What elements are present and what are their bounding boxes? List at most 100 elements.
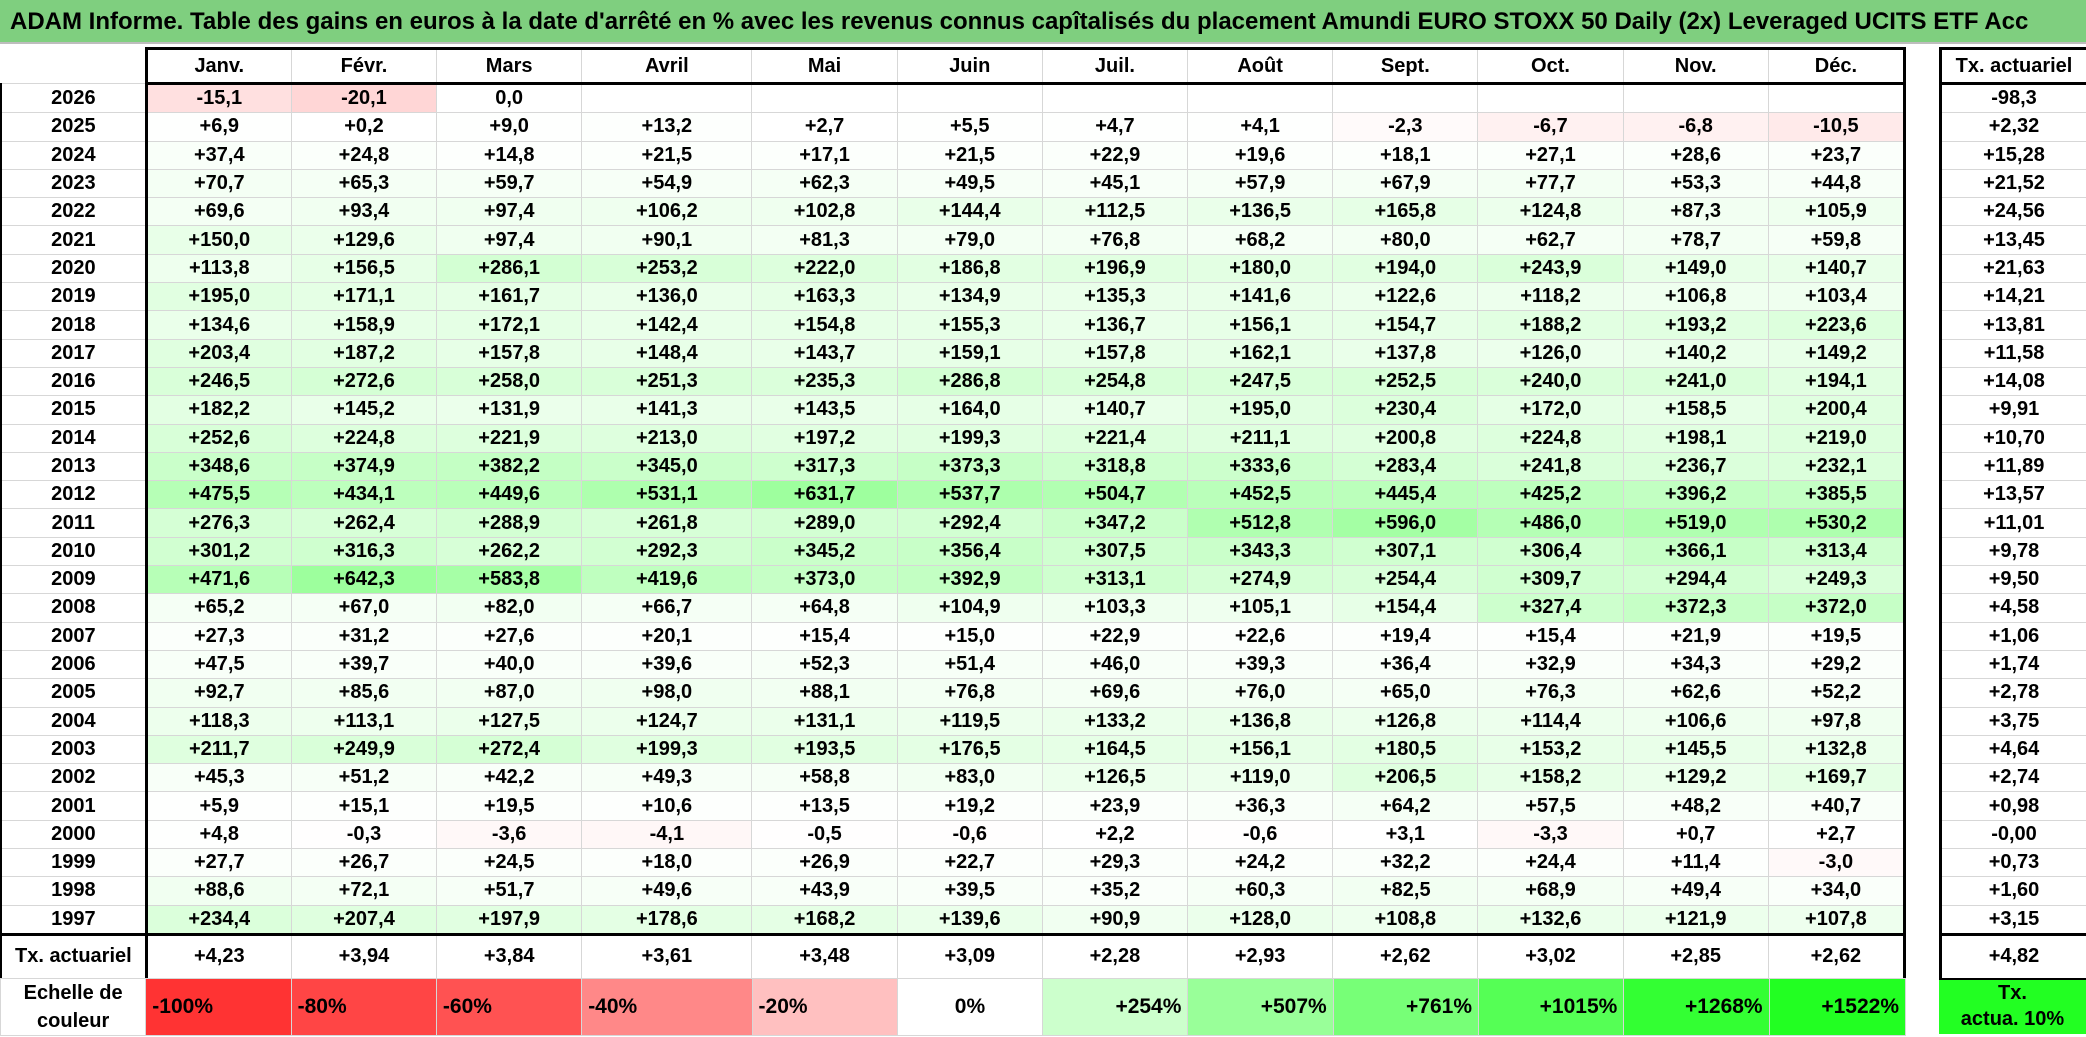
gain-cell: +327,4	[1477, 593, 1624, 623]
annual-rate-row: Tx. actuariel +4,23 +3,94 +3,84 +3,61 +3,48 +3…	[0, 932, 1907, 980]
gain-cell: +36,4	[1332, 649, 1479, 680]
gain-cell: +19,5	[1767, 621, 1907, 651]
month-header: Juin	[896, 47, 1043, 85]
gain-cell: -4,1	[581, 819, 753, 850]
gain-cell: +65,2	[145, 593, 292, 623]
gain-cell: +88,6	[145, 876, 292, 906]
gain-cell: +69,6	[145, 197, 292, 227]
gain-cell: +172,0	[1477, 395, 1624, 425]
gain-cell: +21,5	[581, 140, 753, 170]
gain-cell: +127,5	[436, 706, 583, 736]
gain-cell: +39,3	[1187, 649, 1334, 680]
rate-cell: +9,78	[1939, 536, 2086, 567]
gain-cell: +19,6	[1187, 140, 1334, 170]
annual-rate-cell: +2,62	[1767, 932, 1907, 980]
gain-cell: +27,7	[145, 848, 292, 878]
gain-cell: +19,4	[1332, 621, 1479, 651]
gain-cell: +2,7	[1767, 819, 1907, 850]
rate-column: Tx. actuariel -98,3 +2,32 +15,28 +21,52 +24,5…	[1939, 47, 2086, 980]
gain-cell: +131,9	[436, 395, 583, 425]
gain-cell: +207,4	[290, 904, 438, 935]
gain-cell: +28,6	[1622, 140, 1769, 170]
rate-cell: +14,08	[1939, 366, 2086, 397]
gain-cell: +2,7	[751, 112, 898, 142]
rate-row: +9,78	[1939, 536, 2086, 567]
gain-cell: +188,2	[1477, 310, 1624, 340]
rate-row: +0,73	[1939, 848, 2086, 878]
gain-cell: +333,6	[1187, 451, 1334, 482]
gain-cell: +3,1	[1332, 819, 1479, 850]
gain-cell: +118,2	[1477, 282, 1624, 312]
gain-cell: +396,2	[1622, 480, 1769, 510]
gain-cell: +449,6	[436, 480, 583, 510]
gain-cell: +48,2	[1622, 791, 1769, 821]
gain-cell: +98,0	[581, 678, 753, 708]
legend-rate-swatch: Tx. actua. 10%	[1939, 980, 2086, 1034]
rate-row: -0,00	[1939, 819, 2086, 850]
gain-cell: +82,5	[1332, 876, 1479, 906]
gain-cell: +289,0	[751, 508, 898, 538]
gain-cell: +67,9	[1332, 168, 1479, 199]
gain-cell: +119,5	[896, 706, 1043, 736]
gain-cell: +92,7	[145, 678, 292, 708]
gain-cell: +0,7	[1622, 819, 1769, 850]
gain-cell: +286,1	[436, 253, 583, 284]
rate-row: +13,45	[1939, 225, 2086, 255]
rate-row: +11,58	[1939, 338, 2086, 368]
table-row: 2023 +70,7 +65,3 +59,7 +54,9 +62,3 +49,5 +45,1 +…	[0, 168, 1907, 199]
gain-cell: +27,1	[1477, 140, 1624, 170]
gain-cell: +198,1	[1622, 423, 1769, 453]
gain-cell: +22,9	[1041, 621, 1189, 651]
gain-cell: +15,4	[1477, 621, 1624, 651]
gain-cell: +103,3	[1041, 593, 1189, 623]
rate-row: +2,74	[1939, 763, 2086, 793]
gain-cell: +382,2	[436, 451, 583, 482]
gain-cell: +241,0	[1622, 366, 1769, 397]
gain-cell: +262,2	[436, 536, 583, 567]
rate-cell: +3,15	[1939, 904, 2086, 935]
gain-cell	[1477, 82, 1624, 114]
gain-cell: +178,6	[581, 904, 753, 935]
gain-cell: +129,2	[1622, 763, 1769, 793]
rate-cell: +13,45	[1939, 225, 2086, 255]
gain-cell: +530,2	[1767, 508, 1907, 538]
year-cell: 2009	[0, 565, 148, 595]
table-row: 2014 +252,6 +224,8 +221,9 +213,0 +197,2 +199,3…	[0, 423, 1907, 453]
gain-cell: +292,3	[581, 536, 753, 567]
gain-cell: +168,2	[751, 904, 898, 935]
gain-cell	[1041, 82, 1189, 114]
gain-cell: -0,6	[1187, 819, 1334, 850]
table-row: 2020 +113,8 +156,5 +286,1 +253,2 +222,0 +186,8…	[0, 253, 1907, 284]
gain-cell: +504,7	[1041, 480, 1189, 510]
gain-cell: +29,2	[1767, 649, 1907, 680]
gain-cell: +139,6	[896, 904, 1043, 935]
month-header: Févr.	[290, 47, 438, 85]
table-row: 1998 +88,6 +72,1 +51,7 +49,6 +43,9 +39,5 +35,2 +…	[0, 876, 1907, 906]
gain-cell: +154,7	[1332, 310, 1479, 340]
rate-row: +13,81	[1939, 310, 2086, 340]
gain-cell: +105,1	[1187, 593, 1334, 623]
year-cell: 2014	[0, 423, 148, 453]
gain-cell: +4,1	[1187, 112, 1334, 142]
rate-cell: +13,57	[1939, 480, 2086, 510]
gain-cell: +294,4	[1622, 565, 1769, 595]
gain-cell: +76,8	[1041, 225, 1189, 255]
month-header: Nov.	[1622, 47, 1769, 85]
month-header: Oct.	[1477, 47, 1624, 85]
legend-swatch: +254%	[1042, 978, 1189, 1036]
annual-rate-cell: +3,02	[1477, 932, 1624, 980]
gain-cell: +258,0	[436, 366, 583, 397]
gain-cell: +306,4	[1477, 536, 1624, 567]
table-row: 2003 +211,7 +249,9 +272,4 +199,3 +193,5 +176,5…	[0, 734, 1907, 765]
rate-row: +11,01	[1939, 508, 2086, 538]
gain-cell: +419,6	[581, 565, 753, 595]
rate-row: +21,52	[1939, 168, 2086, 199]
gain-cell	[896, 82, 1043, 114]
gain-cell: +72,1	[290, 876, 438, 906]
gain-cell: +82,0	[436, 593, 583, 623]
rate-row: +14,08	[1939, 366, 2086, 397]
gain-cell: +374,9	[290, 451, 438, 482]
gain-cell: +373,3	[896, 451, 1043, 482]
gain-cell: +176,5	[896, 734, 1043, 765]
rate-row: +24,56	[1939, 197, 2086, 227]
